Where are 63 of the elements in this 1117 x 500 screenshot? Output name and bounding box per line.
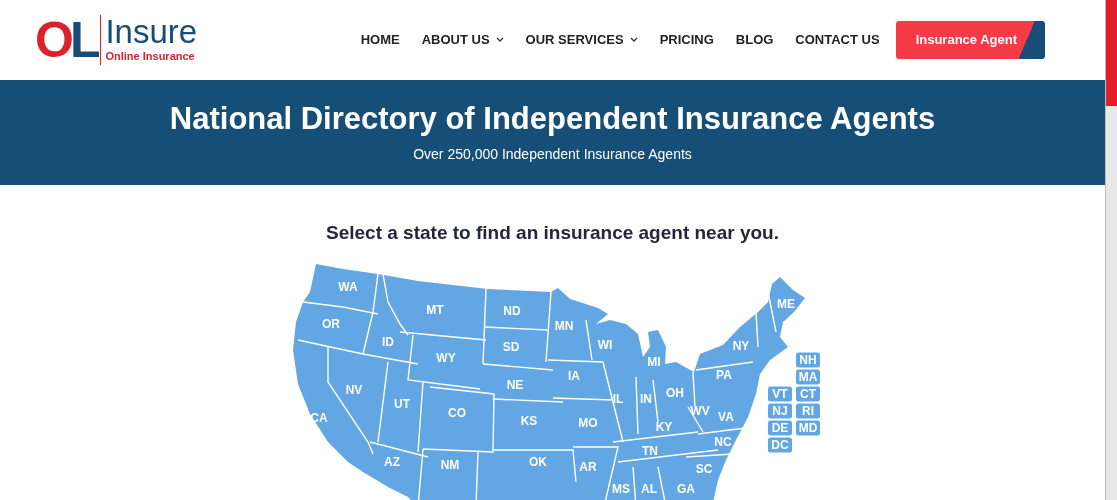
state-label[interactable]: OH [665, 385, 684, 400]
state-label[interactable]: SC [695, 461, 712, 476]
state-label[interactable]: NV [345, 382, 362, 397]
state-label[interactable]: OK [528, 454, 547, 469]
state-button[interactable]: RI [795, 403, 820, 418]
state-label[interactable]: PA [715, 367, 732, 382]
state-border-line [754, 310, 759, 348]
state-label[interactable]: NE [506, 377, 523, 392]
state-label[interactable]: IA [567, 368, 580, 383]
state-label[interactable]: GA [676, 481, 695, 496]
logo-tagline: Online Insurance [105, 49, 196, 65]
logo-mark: L [69, 12, 97, 68]
state-label[interactable]: OR [321, 316, 340, 331]
state-border-line [656, 465, 667, 500]
state-label[interactable]: AR [578, 459, 597, 474]
nav-link[interactable]: OUR SERVICES [525, 30, 638, 50]
state-label[interactable]: NM [440, 457, 459, 472]
nav-link[interactable]: CONTACT US [795, 30, 880, 50]
logo-name: Insure [105, 15, 198, 49]
state-button[interactable]: MD [795, 420, 820, 435]
banner-subtitle: Over 250,000 Independent Insurance Agents [413, 144, 692, 164]
nav-link[interactable]: PRICING [659, 30, 714, 50]
state-button[interactable]: NH [795, 352, 820, 367]
prompt-heading: Select a state to find an insurance agent near you. [326, 221, 779, 245]
state-label[interactable]: AL [640, 481, 657, 496]
state-button[interactable]: CT [795, 386, 820, 401]
nav-link[interactable]: HOME [360, 30, 400, 50]
state-button[interactable]: DE [767, 420, 792, 435]
state-label[interactable]: IL [612, 391, 623, 406]
state-label[interactable]: MN [554, 318, 573, 333]
nav-link[interactable]: ABOUT US [421, 30, 504, 50]
state-label[interactable]: CO [447, 405, 466, 420]
state-label[interactable]: MS [611, 481, 630, 496]
state-label[interactable]: WI [597, 337, 612, 352]
state-label[interactable]: SD [502, 339, 519, 354]
state-border-line [631, 465, 637, 500]
state-button[interactable]: MA [795, 369, 820, 384]
state-label[interactable]: ND [502, 303, 521, 318]
state-button[interactable]: VT [767, 386, 792, 401]
state-button[interactable]: NJ [767, 403, 792, 418]
state-label[interactable]: WV [689, 403, 710, 418]
state-label[interactable]: ME [776, 296, 795, 311]
insurance-agent-button[interactable]: Insurance Agent [895, 21, 1045, 59]
state-label[interactable]: KY [655, 419, 672, 434]
logo-mark: O [35, 12, 70, 68]
state-label[interactable]: WA [337, 279, 358, 294]
state-label[interactable]: IN [639, 391, 652, 406]
state-button[interactable]: DC [767, 437, 792, 452]
state-label[interactable]: MT [425, 302, 444, 317]
state-label[interactable]: NY [732, 338, 749, 353]
state-label[interactable]: MI [646, 354, 661, 369]
state-label[interactable]: TN [641, 443, 658, 458]
state-label[interactable]: UT [393, 396, 410, 411]
state-label[interactable]: VA [717, 409, 734, 424]
state-border-line [651, 378, 659, 423]
state-label[interactable]: AZ [383, 454, 400, 469]
state-label[interactable]: WY [435, 350, 456, 365]
state-label[interactable]: KS [520, 413, 537, 428]
state-label[interactable]: MO [577, 415, 598, 430]
state-label[interactable]: ID [381, 334, 394, 349]
nav-link[interactable]: BLOG [735, 30, 774, 50]
banner-title: National Directory of Independent Insurance Agents [169, 100, 936, 138]
state-label[interactable]: NC [713, 434, 732, 449]
